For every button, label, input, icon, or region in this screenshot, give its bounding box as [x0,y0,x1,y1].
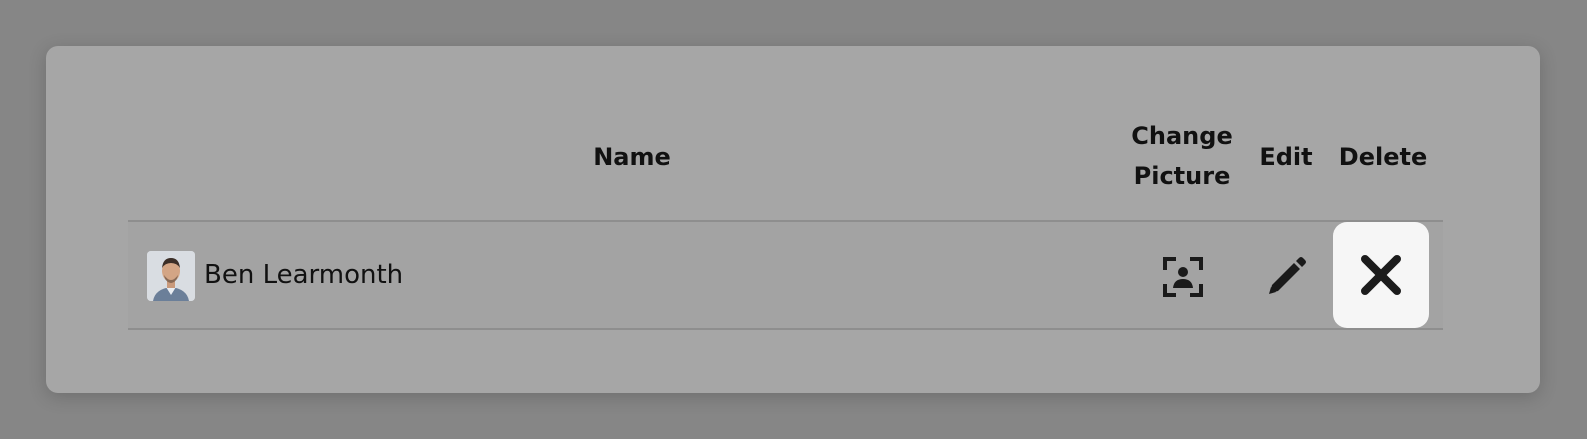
table-header: Name Change Picture Edit Delete [128,116,1443,198]
pencil-icon [1269,257,1306,294]
header-change-picture: Change Picture [1123,116,1241,196]
header-delete: Delete [1338,143,1428,171]
user-name: Ben Learmonth [204,260,404,290]
avatar [147,251,195,301]
delete-button[interactable] [1333,222,1429,328]
header-change-picture-line2: Picture [1133,162,1231,190]
table-row: Ben Learmonth [128,220,1443,330]
header-edit: Edit [1259,143,1313,171]
header-name: Name [593,143,671,171]
close-icon [1361,255,1401,295]
users-table: Name Change Picture Edit Delete Ben Lear… [128,116,1443,330]
person-focus-icon [1163,257,1203,297]
header-change-picture-line1: Change [1131,122,1233,150]
users-card: Name Change Picture Edit Delete Ben Lear… [46,46,1540,393]
edit-button[interactable] [1261,252,1311,302]
change-picture-button[interactable] [1158,252,1208,302]
